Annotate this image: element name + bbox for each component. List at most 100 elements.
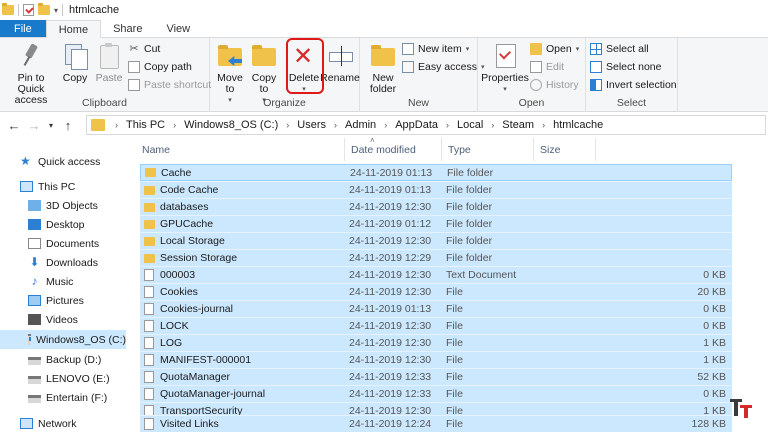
file-icon [144,354,154,366]
paste-button[interactable]: Paste [94,42,124,84]
file-name-cell: databases [144,201,208,213]
table-row[interactable]: Cache 24-11-2019 01:13 File folder [140,164,732,181]
breadcrumb-steam[interactable]: Steam [502,119,534,131]
sidebar-item-windows8-os-c[interactable]: Windows8_OS (C:) [0,330,126,349]
navigation-pane: ★ Quick access This PC 3D Objects Deskto… [0,138,128,432]
select-all-button[interactable]: Select all [590,43,649,55]
sidebar-item-entertain-f[interactable]: Entertain (F:) [0,388,126,407]
table-row[interactable]: Visited Links 24-11-2019 12:24 File 128 … [140,415,732,432]
sidebar-item-documents[interactable]: Documents [0,234,126,253]
file-date: 24-11-2019 12:33 [349,371,432,383]
recent-locations-icon[interactable]: ▾ [44,121,58,130]
table-row[interactable]: LOCK 24-11-2019 12:30 File 0 KB [140,317,732,334]
breadcrumb-admin[interactable]: Admin [345,119,376,131]
file-date: 24-11-2019 12:29 [349,252,432,264]
history-button[interactable]: History [530,79,579,91]
sidebar-item-backup-d[interactable]: Backup (D:) [0,350,126,369]
sidebar-item-quick-access[interactable]: ★ Quick access [0,152,126,171]
up-arrow-icon[interactable]: ↑ [58,118,78,133]
tab-share[interactable]: Share [101,20,154,37]
invert-selection-button[interactable]: Invert selection [590,79,677,91]
tab-home[interactable]: Home [45,20,102,38]
file-name-cell: 000003 [144,269,195,281]
chevron-right-icon[interactable]: › [115,120,118,130]
table-row[interactable]: MANIFEST-000001 24-11-2019 12:30 File 1 … [140,351,732,368]
open-button[interactable]: Open ▾ [530,43,579,55]
sidebar-item-desktop[interactable]: Desktop [0,215,126,234]
paste-shortcut-button[interactable]: Paste shortcut [128,79,211,91]
easy-access-button[interactable]: Easy access ▾ [402,61,484,73]
sidebar-item-network[interactable]: Network [0,414,126,432]
chevron-right-icon[interactable]: › [173,120,176,130]
breadcrumb-this-pc[interactable]: This PC [126,119,165,131]
file-name-cell: Cookies [144,286,198,298]
copy-label: Copy [62,72,88,84]
table-row[interactable]: LOG 24-11-2019 12:30 File 1 KB [140,334,732,351]
history-label: History [546,79,579,91]
breadcrumb-htmlcache[interactable]: htmlcache [553,119,603,131]
properties-icon[interactable] [23,4,34,16]
breadcrumb-local[interactable]: Local [457,119,483,131]
sidebar-item-music[interactable]: ♪ Music [0,272,126,291]
table-row[interactable]: databases 24-11-2019 12:30 File folder [140,198,732,215]
sidebar-item-lenovo-e[interactable]: LENOVO (E:) [0,369,126,388]
table-row[interactable]: Cookies 24-11-2019 12:30 File 20 KB [140,283,732,300]
table-row[interactable]: Code Cache 24-11-2019 01:13 File folder [140,181,732,198]
column-header-type[interactable]: Type [442,138,534,161]
chevron-right-icon[interactable]: › [446,120,449,130]
address-field[interactable]: › This PC › Windows8_OS (C:) › Users › A… [86,115,766,135]
copy-path-button[interactable]: Copy path [128,61,192,73]
select-none-button[interactable]: Select none [590,61,661,73]
tab-file[interactable]: File [0,20,46,37]
chevron-right-icon[interactable]: › [286,120,289,130]
copy-button[interactable]: Copy [60,42,90,84]
drive-icon [28,376,41,384]
tab-view[interactable]: View [154,20,202,37]
table-row[interactable]: QuotaManager-journal 24-11-2019 12:33 Fi… [140,385,732,402]
new-folder-icon[interactable] [38,3,50,15]
sidebar-item-this-pc[interactable]: This PC [0,177,126,196]
sidebar-item-3d-objects[interactable]: 3D Objects [0,196,126,215]
breadcrumb-appdata[interactable]: AppData [395,119,438,131]
sidebar-item-downloads[interactable]: ⬇ Downloads [0,253,126,272]
new-folder-button[interactable]: New folder [366,42,400,95]
table-row[interactable]: GPUCache 24-11-2019 01:12 File folder [140,215,732,232]
chevron-right-icon[interactable]: › [542,120,545,130]
rename-button[interactable]: Rename [320,42,360,84]
table-row[interactable]: 000003 24-11-2019 12:30 Text Document 0 … [140,266,732,283]
edit-button[interactable]: Edit [530,61,564,73]
new-item-button[interactable]: New item ▾ [402,43,469,55]
chevron-right-icon[interactable]: › [491,120,494,130]
file-name-cell: LOCK [144,320,189,332]
new-item-icon [402,43,414,55]
window-title: htmlcache [69,4,120,16]
forward-arrow-icon[interactable]: → [24,118,44,133]
new-group-label: New [407,97,429,109]
column-header-size[interactable]: Size [534,138,596,161]
new-item-label: New item [418,43,462,55]
chevron-right-icon[interactable]: › [384,120,387,130]
table-row[interactable]: QuotaManager 24-11-2019 12:33 File 52 KB [140,368,732,385]
cut-button[interactable]: ✂ Cut [128,43,160,55]
file-name: Code Cache [160,184,219,196]
customize-toolbar-icon[interactable]: ▾ [54,6,58,15]
file-name: Session Storage [160,252,238,264]
file-name-cell: Code Cache [144,184,218,196]
edit-label: Edit [546,61,565,73]
file-icon [144,303,154,315]
table-row[interactable]: Cookies-journal 24-11-2019 01:13 File 0 … [140,300,732,317]
properties-button[interactable]: Properties ▾ [481,42,529,95]
table-row[interactable]: Session Storage 24-11-2019 12:29 File fo… [140,249,732,266]
breadcrumb-users[interactable]: Users [297,119,326,131]
folder-icon [144,185,155,195]
chevron-right-icon[interactable]: › [334,120,337,130]
column-header-date[interactable]: Date modified [345,138,442,161]
breadcrumb-drive-c[interactable]: Windows8_OS (C:) [184,119,278,131]
sidebar-item-videos[interactable]: Videos [0,310,126,329]
sidebar-item-pictures[interactable]: Pictures [0,291,126,310]
column-header-name[interactable]: Name [136,138,345,161]
back-arrow-icon[interactable]: ← [4,118,24,133]
table-row[interactable]: Local Storage 24-11-2019 12:30 File fold… [140,232,732,249]
file-name: MANIFEST-000001 [160,354,252,366]
open-group: Properties ▾ Open ▾ Edit History Open [478,38,586,112]
